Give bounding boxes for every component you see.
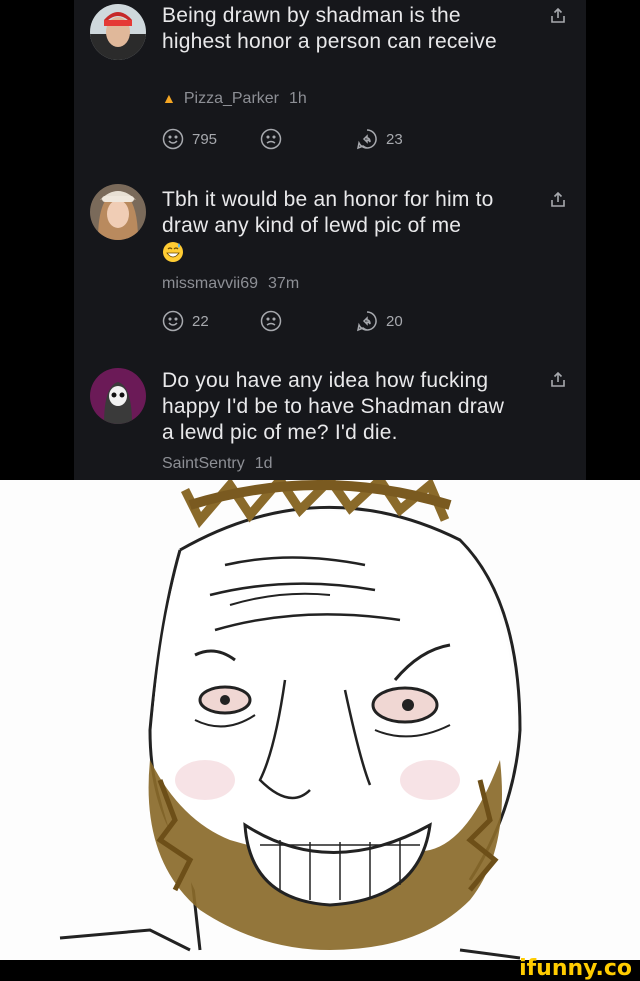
reply-button[interactable]: 23 — [356, 128, 403, 150]
comment-actions: 795 23 — [162, 128, 422, 152]
reply-count: 23 — [386, 130, 403, 148]
comment-text-content: Tbh it would be an honor for him to draw… — [162, 188, 494, 237]
comment-text: Being drawn by shadman is the highest ho… — [162, 4, 497, 53]
smile-button[interactable]: 795 — [162, 128, 217, 150]
upvote-count: 795 — [192, 130, 218, 148]
comment-meta: ▲ Pizza_Parker 1h — [162, 90, 307, 108]
comment-meta: missmavvii69 37m — [162, 275, 299, 293]
avatar[interactable] — [90, 184, 146, 240]
comment-text: Do you have any idea how fucking happy I… — [162, 369, 505, 444]
timestamp: 37m — [268, 275, 300, 292]
share-icon[interactable] — [548, 190, 568, 210]
smile-button[interactable]: 22 — [162, 310, 209, 332]
meme-image — [0, 480, 640, 960]
bearded-wojak-illustration — [0, 480, 640, 960]
watermark-logo: ifunny.co — [519, 956, 632, 981]
smile-icon — [162, 128, 184, 150]
timestamp: 1d — [254, 455, 273, 472]
grinning-sweat-emoji — [163, 242, 183, 263]
frown-icon — [260, 128, 282, 150]
comment-text: Tbh it would be an honor for him to draw… — [162, 187, 522, 265]
comment-meta: SaintSentry 1d — [162, 455, 273, 473]
username[interactable]: SaintSentry — [162, 455, 245, 472]
reply-icon — [356, 311, 377, 332]
share-icon[interactable] — [548, 370, 568, 390]
share-icon[interactable] — [548, 6, 568, 26]
reply-count: 20 — [386, 312, 403, 330]
avatar[interactable] — [90, 368, 146, 424]
username[interactable]: missmavvii69 — [162, 275, 258, 292]
avatar[interactable] — [90, 4, 146, 60]
frown-icon — [260, 310, 282, 332]
unsmile-button[interactable] — [260, 310, 290, 332]
username[interactable]: Pizza_Parker — [184, 90, 279, 107]
smile-icon — [162, 310, 184, 332]
reply-icon — [356, 129, 377, 150]
reply-button[interactable]: 20 — [356, 310, 403, 332]
comments-panel: Being drawn by shadman is the highest ho… — [74, 0, 586, 480]
unsmile-button[interactable] — [260, 128, 290, 150]
upvote-count: 22 — [192, 312, 209, 330]
fire-icon: ▲ — [162, 90, 176, 106]
comment-actions: 22 20 — [162, 310, 422, 334]
timestamp: 1h — [289, 90, 307, 107]
